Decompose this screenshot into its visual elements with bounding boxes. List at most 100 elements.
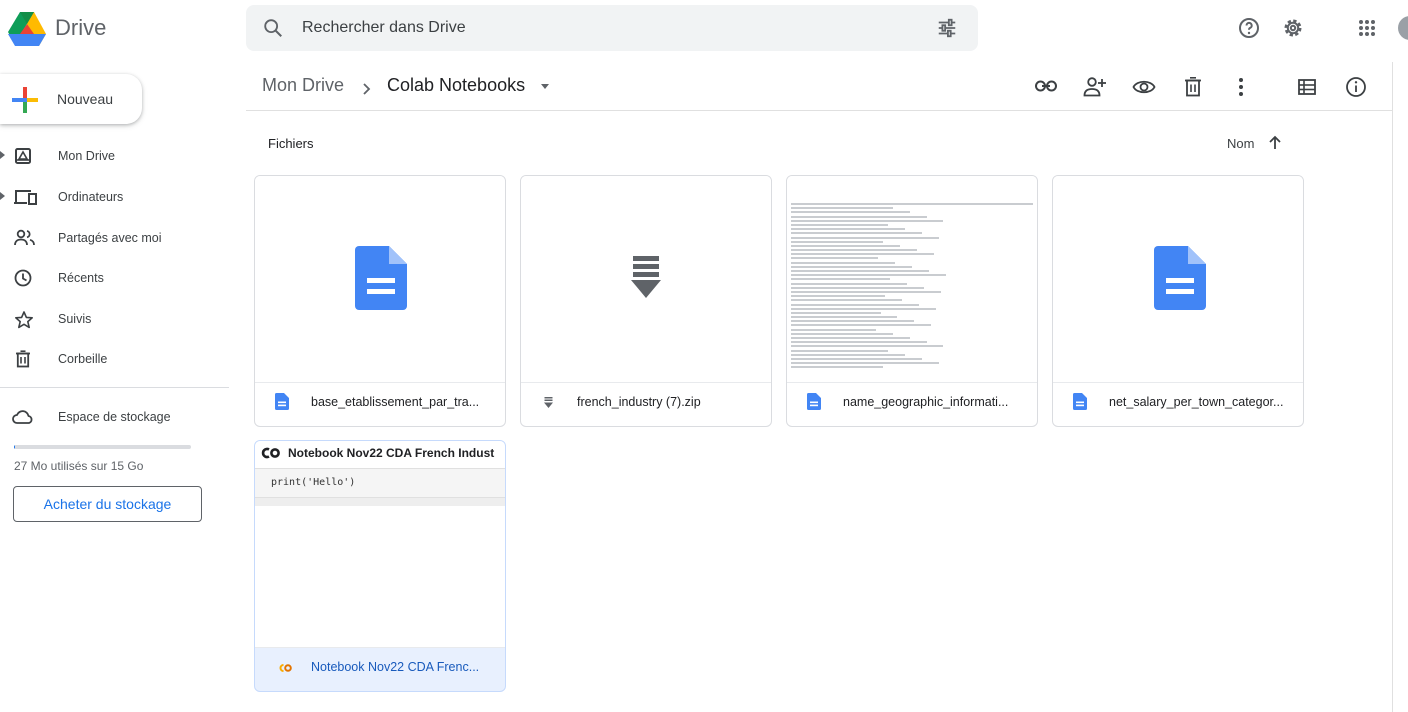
link-icon[interactable] bbox=[1034, 76, 1058, 96]
preview-line bbox=[791, 232, 922, 235]
preview-line bbox=[791, 316, 898, 319]
new-button-label: Nouveau bbox=[57, 91, 114, 107]
scrollbar-track[interactable] bbox=[1392, 62, 1393, 712]
preview-line bbox=[791, 282, 908, 285]
chevron-right-icon bbox=[363, 83, 371, 95]
preview-line bbox=[791, 337, 910, 339]
sidebar-item-trash[interactable]: Corbeille bbox=[0, 343, 230, 375]
expand-arrow-icon[interactable] bbox=[0, 192, 5, 200]
file-thumbnail bbox=[787, 176, 1037, 383]
preview-line bbox=[791, 328, 876, 331]
file-name: Notebook Nov22 CDA Frenc... bbox=[311, 660, 480, 674]
preview-line bbox=[791, 274, 946, 277]
preview-line bbox=[791, 236, 939, 239]
archive-large-icon bbox=[631, 256, 661, 298]
help-icon[interactable] bbox=[1237, 16, 1261, 40]
storage-label: Espace de stockage bbox=[58, 410, 171, 424]
star-icon bbox=[14, 311, 34, 329]
expand-arrow-icon[interactable] bbox=[0, 151, 5, 159]
search-input[interactable] bbox=[302, 16, 902, 40]
info-icon[interactable] bbox=[1345, 76, 1367, 98]
sidebar-item-label: Partagés avec moi bbox=[58, 231, 162, 245]
preview-line bbox=[791, 257, 879, 260]
google-doc-large-icon bbox=[355, 246, 407, 310]
preview-line bbox=[791, 341, 927, 344]
clock-icon bbox=[14, 269, 32, 287]
my-drive-icon bbox=[15, 148, 31, 164]
preview-line bbox=[791, 357, 922, 360]
preview-line bbox=[791, 345, 944, 348]
file-thumbnail bbox=[255, 176, 505, 383]
top-bar: Drive bbox=[0, 0, 1408, 56]
app-name[interactable]: Drive bbox=[55, 15, 106, 41]
account-avatar[interactable] bbox=[1398, 16, 1408, 40]
document-preview-lines bbox=[791, 203, 1033, 371]
sidebar-item-starred[interactable]: Suivis bbox=[0, 303, 230, 335]
preview-line bbox=[791, 349, 888, 352]
file-thumbnail bbox=[1053, 176, 1303, 383]
buy-storage-button[interactable]: Acheter du stockage bbox=[13, 486, 202, 522]
search-options-icon[interactable] bbox=[936, 17, 958, 39]
preview-line bbox=[791, 307, 937, 310]
apps-grid-icon[interactable] bbox=[1355, 16, 1379, 40]
storage-usage-fill bbox=[14, 445, 15, 449]
breadcrumb-root[interactable]: Mon Drive bbox=[262, 75, 344, 96]
file-card-selected[interactable]: Notebook Nov22 CDA French Indust print('… bbox=[254, 440, 506, 692]
sidebar-item-label: Corbeille bbox=[58, 352, 108, 366]
preview-line bbox=[791, 207, 893, 210]
colab-logo-icon bbox=[261, 447, 280, 459]
cell-separator bbox=[255, 498, 505, 506]
preview-line bbox=[791, 278, 891, 281]
sort-by-name-button[interactable]: Nom bbox=[1227, 136, 1254, 151]
sidebar-item-computers[interactable]: Ordinateurs bbox=[0, 181, 230, 213]
search-icon[interactable] bbox=[262, 17, 284, 39]
preview-line bbox=[791, 366, 883, 369]
sidebar-item-label: Ordinateurs bbox=[58, 190, 124, 204]
shared-icon bbox=[14, 229, 35, 246]
preview-line bbox=[791, 261, 896, 264]
preview-line bbox=[791, 311, 881, 314]
preview-line bbox=[791, 253, 934, 256]
more-icon[interactable] bbox=[1231, 76, 1251, 98]
chevron-down-icon[interactable] bbox=[541, 84, 549, 89]
file-card[interactable]: base_etablissement_par_tra... bbox=[254, 175, 506, 427]
settings-icon[interactable] bbox=[1281, 16, 1305, 40]
sidebar-item-my-drive[interactable]: Mon Drive bbox=[0, 140, 230, 172]
preview-line bbox=[791, 215, 927, 218]
sidebar-item-storage[interactable]: Espace de stockage bbox=[0, 401, 230, 433]
preview-line bbox=[791, 265, 912, 268]
preview-line bbox=[791, 223, 888, 226]
file-name: base_etablissement_par_tra... bbox=[311, 395, 480, 409]
file-card[interactable]: name_geographic_informati... bbox=[786, 175, 1038, 427]
google-doc-icon bbox=[1073, 393, 1087, 410]
file-thumbnail bbox=[521, 176, 771, 383]
preview-line bbox=[791, 203, 1033, 205]
preview-line bbox=[791, 299, 903, 302]
sidebar-item-recent[interactable]: Récents bbox=[0, 262, 230, 294]
trash-icon[interactable] bbox=[1183, 76, 1203, 98]
search-bar bbox=[246, 5, 978, 51]
file-card[interactable]: net_salary_per_town_categor... bbox=[1052, 175, 1304, 427]
preview-line bbox=[791, 286, 925, 289]
preview-icon[interactable] bbox=[1132, 76, 1156, 98]
file-card[interactable]: french_industry (7).zip bbox=[520, 175, 772, 427]
preview-line bbox=[791, 244, 900, 247]
google-doc-icon bbox=[275, 393, 289, 410]
new-button[interactable]: Nouveau bbox=[0, 74, 142, 124]
file-thumbnail: Notebook Nov22 CDA French Indust print('… bbox=[255, 441, 505, 648]
list-view-icon[interactable] bbox=[1297, 76, 1317, 98]
preview-line bbox=[791, 270, 929, 272]
preview-line bbox=[791, 295, 886, 298]
colab-icon bbox=[279, 664, 292, 672]
arrow-up-icon[interactable] bbox=[1267, 134, 1283, 152]
file-name: net_salary_per_town_categor... bbox=[1109, 395, 1284, 409]
preview-line bbox=[791, 240, 883, 243]
code-cell: print('Hello') bbox=[255, 468, 505, 498]
preview-line bbox=[791, 219, 944, 222]
add-person-icon[interactable] bbox=[1083, 76, 1107, 98]
breadcrumb-current-folder[interactable]: Colab Notebooks bbox=[387, 75, 525, 96]
drive-logo-icon[interactable] bbox=[8, 10, 46, 46]
sidebar-item-shared[interactable]: Partagés avec moi bbox=[0, 222, 230, 254]
computers-icon bbox=[14, 190, 37, 205]
google-doc-large-icon bbox=[1154, 246, 1206, 310]
